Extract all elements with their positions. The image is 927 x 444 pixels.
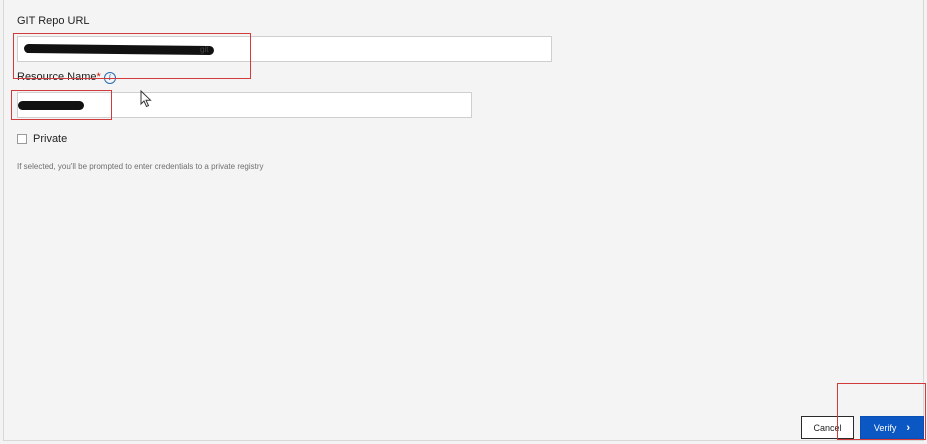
mouse-cursor-icon: [140, 90, 152, 108]
info-icon[interactable]: i: [103, 72, 116, 84]
private-helper-text: If selected, you'll be prompted to enter…: [17, 162, 264, 171]
required-asterisk: *: [96, 71, 101, 83]
private-checkbox-row[interactable]: Private: [17, 133, 67, 145]
chevron-right-icon: ›: [906, 421, 911, 434]
verify-button-label: Verify: [873, 422, 897, 433]
git-repo-url-input[interactable]: git: [17, 36, 552, 62]
resource-name-label: Resource Name* i: [17, 71, 116, 84]
cancel-button[interactable]: Cancel: [801, 416, 854, 439]
redacted-url: [23, 44, 215, 55]
git-repo-url-label: GIT Repo URL: [17, 15, 90, 27]
redacted-resource-name: [18, 101, 84, 110]
resource-name-input[interactable]: [17, 92, 472, 118]
verify-button[interactable]: Verify ›: [860, 416, 924, 439]
cancel-button-label: Cancel: [813, 422, 842, 433]
form-panel: GIT Repo URL git Resource Name* i Private…: [3, 0, 924, 441]
git-repo-url-value: git: [200, 45, 209, 54]
private-checkbox[interactable]: [17, 134, 27, 144]
resource-name-label-text: Resource Name: [17, 71, 97, 83]
git-repo-url-label-text: GIT Repo URL: [17, 15, 90, 27]
private-checkbox-label[interactable]: Private: [33, 133, 67, 145]
